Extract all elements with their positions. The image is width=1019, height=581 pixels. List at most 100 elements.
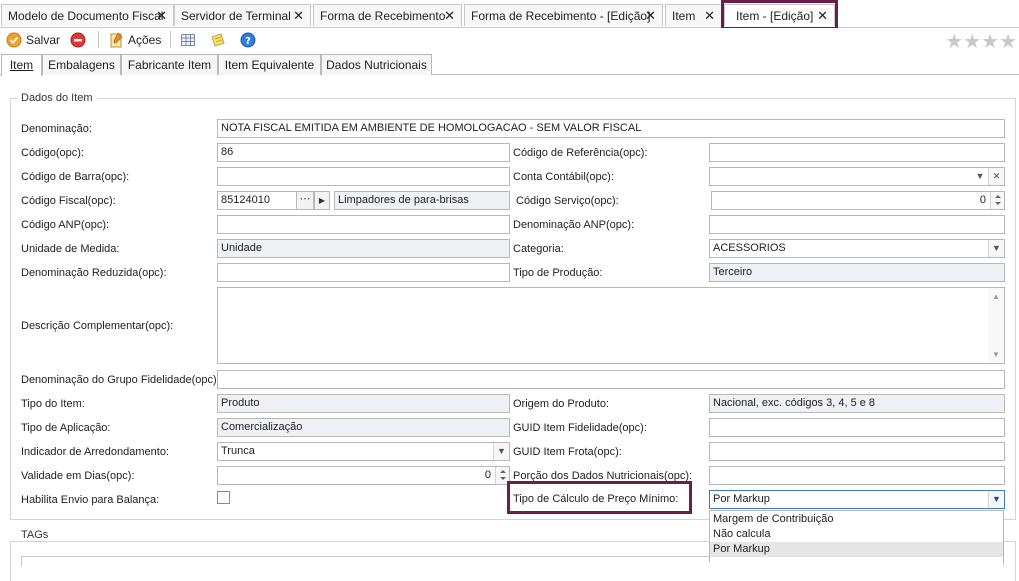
doc-tab-label: Forma de Recebimento - [Edição] bbox=[471, 9, 651, 23]
label-codigo-referencia: Código de Referência(opc): bbox=[513, 147, 648, 159]
codigo-barra-field[interactable] bbox=[217, 167, 510, 186]
guid-frota-field[interactable] bbox=[709, 442, 1005, 461]
actions-button[interactable]: Ações bbox=[106, 30, 164, 50]
close-icon[interactable]: ✕ bbox=[293, 8, 304, 24]
tipo-calculo-preco-value: Por Markup bbox=[713, 493, 770, 505]
lookup-ellipsis-button[interactable]: ⋯ bbox=[296, 191, 314, 210]
label-codigo: Código(opc): bbox=[21, 147, 84, 159]
chevron-down-icon[interactable]: ▼ bbox=[493, 443, 509, 460]
content-tabs: Item Embalagens Fabricante Item Item Equ… bbox=[0, 54, 1019, 76]
label-validade-dias: Validade em Dias(opc): bbox=[21, 470, 135, 482]
label-codigo-anp: Código ANP(opc): bbox=[21, 219, 110, 231]
label-indicador-arredondamento: Indicador de Arredondamento: bbox=[21, 446, 169, 458]
label-denominacao-grupo-fidelidade: Denominação do Grupo Fidelidade(opc): bbox=[21, 374, 220, 386]
highlight-box-active-tab bbox=[721, 0, 838, 30]
close-icon[interactable]: ✕ bbox=[444, 8, 455, 24]
codigo-anp-field[interactable] bbox=[217, 215, 510, 234]
guid-fidelidade-field[interactable] bbox=[709, 418, 1005, 437]
dropdown-option-por-markup[interactable]: Por Markup bbox=[710, 542, 1003, 557]
actions-label: Ações bbox=[128, 33, 162, 47]
doc-tab-item[interactable]: Item ✕ bbox=[665, 4, 722, 26]
label-origem-produto: Origem do Produto: bbox=[513, 398, 609, 410]
tipo-producao-field[interactable]: Terceiro bbox=[709, 263, 1005, 282]
toolbar: Salvar Ações ? ★★★★ bbox=[0, 28, 1019, 54]
tab-label: Dados Nutricionais bbox=[326, 58, 427, 72]
memo-scrollbar[interactable]: ▲ ▼ bbox=[988, 288, 1004, 363]
descricao-complementar-textarea[interactable]: ▲ ▼ bbox=[217, 287, 1005, 364]
codigo-referencia-field[interactable] bbox=[709, 143, 1005, 162]
denominacao-reduzida-field[interactable] bbox=[217, 263, 510, 282]
porcao-nutricionais-field[interactable] bbox=[709, 466, 1005, 485]
indicador-arredondamento-value: Trunca bbox=[221, 445, 255, 457]
clear-icon[interactable]: ✕ bbox=[988, 168, 1004, 185]
label-denominacao: Denominação: bbox=[21, 123, 92, 135]
tab-label: Embalagens bbox=[48, 58, 115, 72]
cancel-icon bbox=[70, 32, 86, 48]
doc-tab-modelo-documento-fiscal[interactable]: Modelo de Documento Fiscal ✕ bbox=[1, 4, 174, 26]
label-tipo-producao: Tipo de Produção: bbox=[513, 267, 603, 279]
notes-button[interactable] bbox=[208, 30, 228, 50]
close-icon[interactable]: ✕ bbox=[704, 8, 715, 24]
document-tabs: Modelo de Documento Fiscal ✕ Servidor de… bbox=[0, 0, 1019, 28]
doc-tab-label: Servidor de Terminal bbox=[181, 9, 291, 23]
spinner-arrows-icon[interactable] bbox=[990, 192, 1004, 209]
grid-view-button[interactable] bbox=[178, 30, 198, 50]
dropdown-option-nao-calcula[interactable]: Não calcula bbox=[710, 527, 1003, 542]
rating-stars[interactable]: ★★★★ bbox=[945, 29, 1017, 54]
denominacao-field[interactable]: NOTA FISCAL EMITIDA EM AMBIENTE DE HOMOL… bbox=[217, 119, 1005, 138]
label-guid-frota: GUID Item Frota(opc): bbox=[513, 446, 622, 458]
group-title-dados-do-item: Dados do Item bbox=[17, 92, 97, 104]
dropdown-option-margem-contribuicao[interactable]: Margem de Contribuição bbox=[710, 512, 1003, 527]
codigo-fiscal-field[interactable]: 85124010 bbox=[217, 191, 297, 210]
origem-produto-field[interactable]: Nacional, exc. códigos 3, 4, 5 e 8 bbox=[709, 394, 1005, 413]
indicador-arredondamento-select[interactable]: Trunca ▼ bbox=[217, 442, 510, 461]
close-icon[interactable]: ✕ bbox=[645, 8, 656, 24]
tab-label: Fabricante Item bbox=[127, 58, 212, 72]
label-denominacao-reduzida: Denominação Reduzida(opc): bbox=[21, 267, 167, 279]
denominacao-anp-field[interactable] bbox=[709, 215, 1005, 234]
actions-icon bbox=[110, 32, 123, 48]
tab-label: Item Equivalente bbox=[224, 58, 315, 72]
tab-item[interactable]: Item bbox=[1, 54, 42, 76]
save-button[interactable]: Salvar bbox=[4, 30, 64, 50]
habilita-balanca-checkbox[interactable] bbox=[217, 491, 230, 504]
label-tipo-item: Tipo do Item: bbox=[21, 398, 85, 410]
group-title-tags: TAGs bbox=[17, 529, 53, 541]
tab-dados-nutricionais[interactable]: Dados Nutricionais bbox=[321, 54, 432, 75]
conta-contabil-select[interactable]: ▼ ✕ bbox=[709, 167, 1005, 186]
tipo-aplicacao-field[interactable]: Comercialização bbox=[217, 418, 510, 437]
tipo-calculo-preco-select[interactable]: Por Markup ▼ bbox=[709, 490, 1005, 509]
unidade-medida-field[interactable]: Unidade bbox=[217, 239, 510, 258]
validade-dias-spinner[interactable]: 0 bbox=[217, 466, 510, 485]
scroll-up-icon[interactable]: ▲ bbox=[992, 292, 1000, 301]
codigo-servico-spinner[interactable]: 0 bbox=[711, 191, 1005, 210]
help-icon: ? bbox=[240, 32, 256, 48]
codigo-field[interactable]: 86 bbox=[217, 143, 510, 162]
chevron-down-icon[interactable]: ▼ bbox=[988, 491, 1004, 508]
denominacao-grupo-fidelidade-field[interactable] bbox=[217, 370, 1005, 389]
chevron-down-icon[interactable]: ▼ bbox=[972, 168, 988, 185]
tab-fabricante-item[interactable]: Fabricante Item bbox=[121, 54, 218, 75]
categoria-value: ACESSORIOS bbox=[713, 242, 786, 254]
play-arrow-icon[interactable]: ▶ bbox=[314, 191, 330, 210]
close-icon[interactable]: ✕ bbox=[156, 8, 167, 24]
cancel-button[interactable] bbox=[68, 30, 90, 50]
toolbar-separator bbox=[98, 31, 99, 48]
label-habilita-balanca: Habilita Envio para Balança: bbox=[21, 494, 160, 506]
toolbar-separator bbox=[170, 31, 171, 48]
help-button[interactable]: ? bbox=[238, 30, 258, 50]
categoria-select[interactable]: ACESSORIOS ▼ bbox=[709, 239, 1005, 258]
label-codigo-servico: Código Serviço(opc): bbox=[516, 195, 619, 207]
tab-item-equivalente[interactable]: Item Equivalente bbox=[218, 54, 321, 75]
save-icon bbox=[6, 32, 22, 48]
tab-embalagens[interactable]: Embalagens bbox=[42, 54, 121, 75]
scroll-down-icon[interactable]: ▼ bbox=[992, 350, 1000, 359]
doc-tab-forma-recebimento[interactable]: Forma de Recebimento ✕ bbox=[313, 4, 462, 26]
doc-tab-servidor-terminal[interactable]: Servidor de Terminal ✕ bbox=[174, 4, 311, 26]
tipo-item-field[interactable]: Produto bbox=[217, 394, 510, 413]
doc-tab-forma-recebimento-edicao[interactable]: Forma de Recebimento - [Edição] ✕ bbox=[464, 4, 663, 26]
chevron-down-icon[interactable]: ▼ bbox=[988, 240, 1004, 257]
label-codigo-fiscal: Código Fiscal(opc): bbox=[21, 195, 116, 207]
notes-icon bbox=[211, 33, 225, 47]
save-label: Salvar bbox=[26, 33, 61, 47]
